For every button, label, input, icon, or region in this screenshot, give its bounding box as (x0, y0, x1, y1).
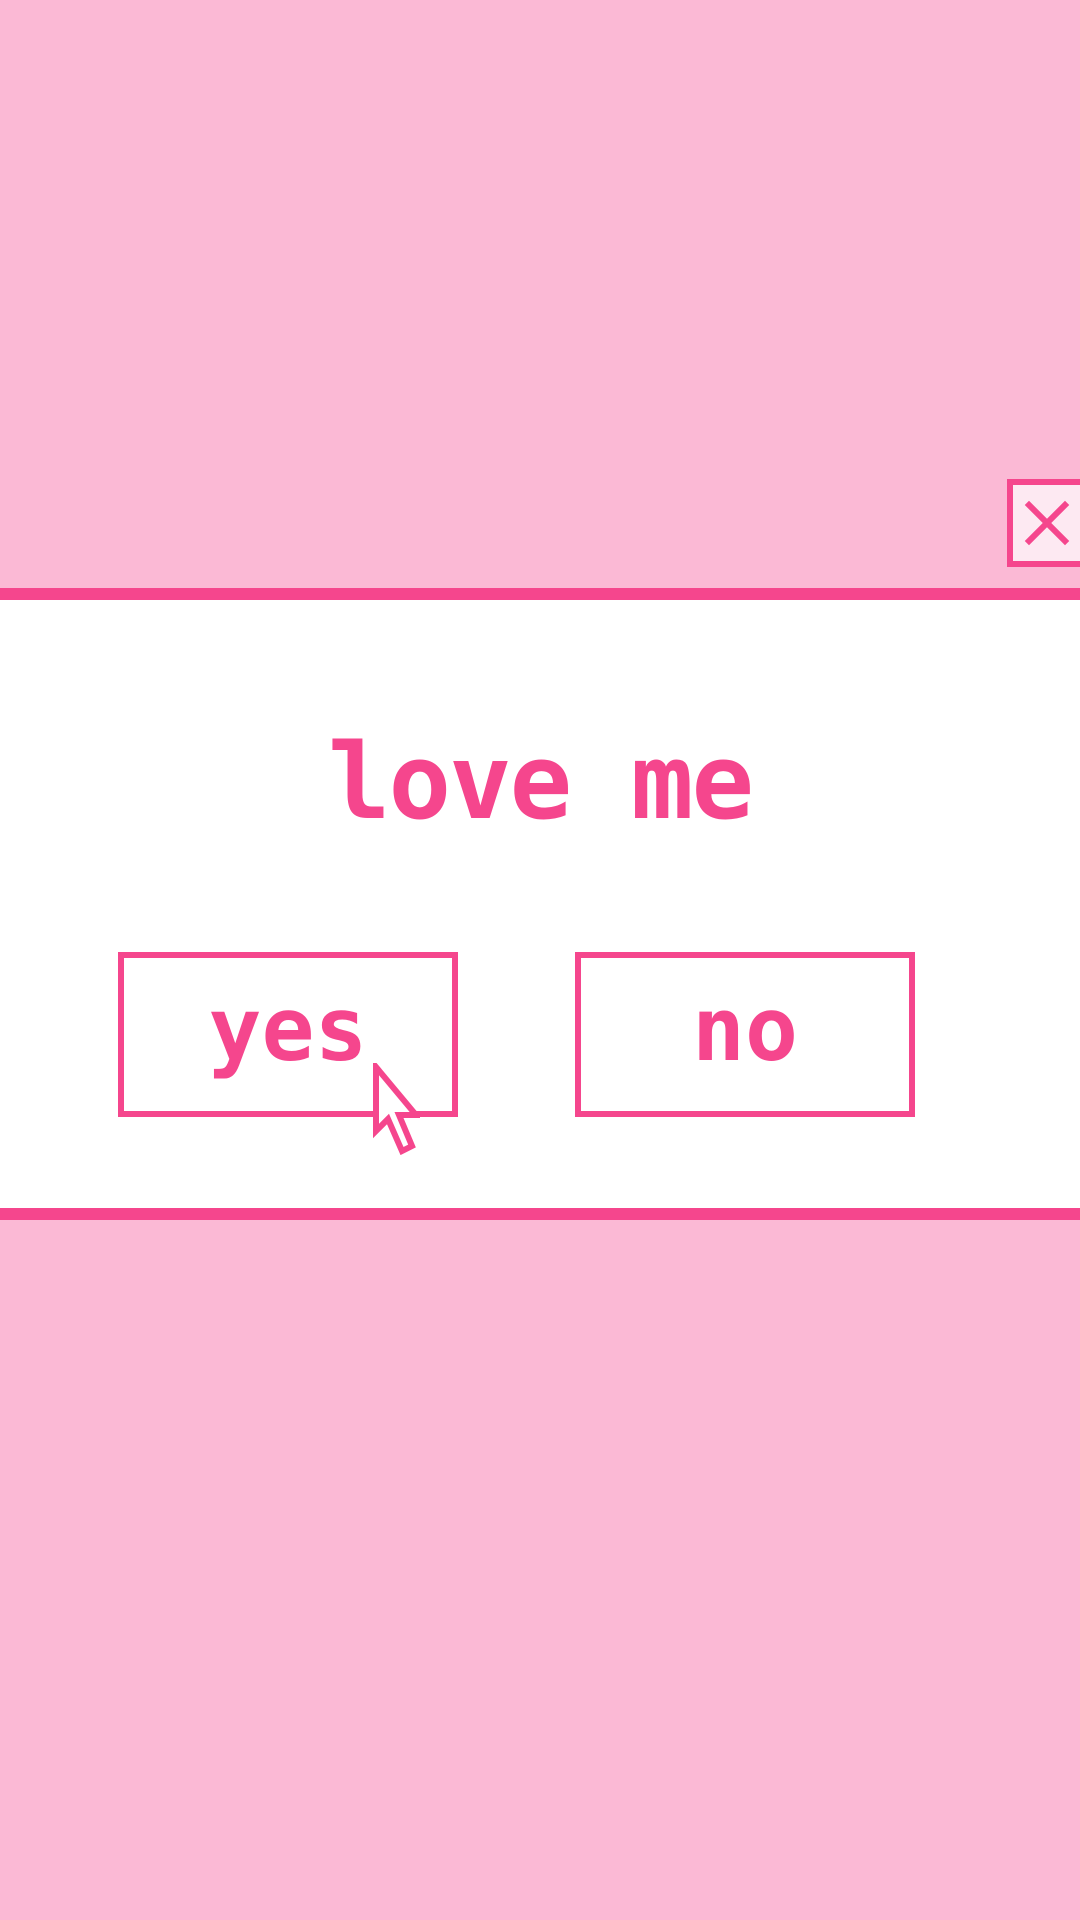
close-icon (1024, 500, 1069, 546)
close-button[interactable] (1007, 479, 1080, 567)
mouse-pointer-icon (373, 1063, 420, 1155)
no-button[interactable]: no (575, 952, 915, 1117)
dialog-title: love me (327, 721, 754, 843)
love-me-dialog: love me yes no (0, 588, 1080, 1220)
